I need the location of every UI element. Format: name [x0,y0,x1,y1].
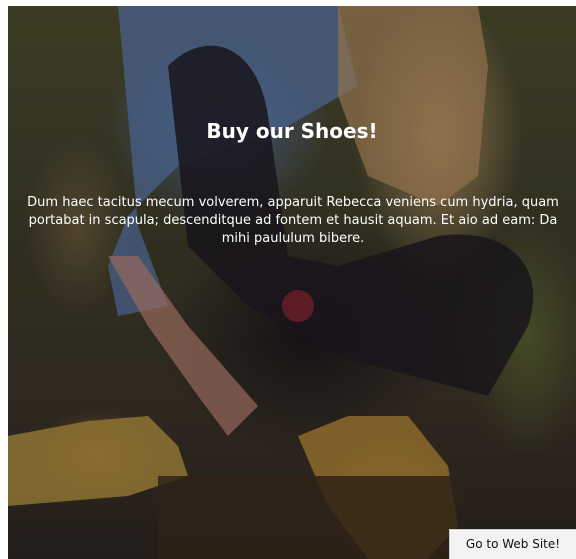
hero-description: Dum haec tacitus mecum volverem, apparui… [27,195,559,246]
shoes-photo [8,6,534,559]
go-to-web-site-button[interactable]: Go to Web Site! [449,529,576,559]
hero-title: Buy our Shoes! [206,119,378,143]
hero-background-image: Buy our Shoes! Dum haec tacitus mecum vo… [8,6,576,559]
